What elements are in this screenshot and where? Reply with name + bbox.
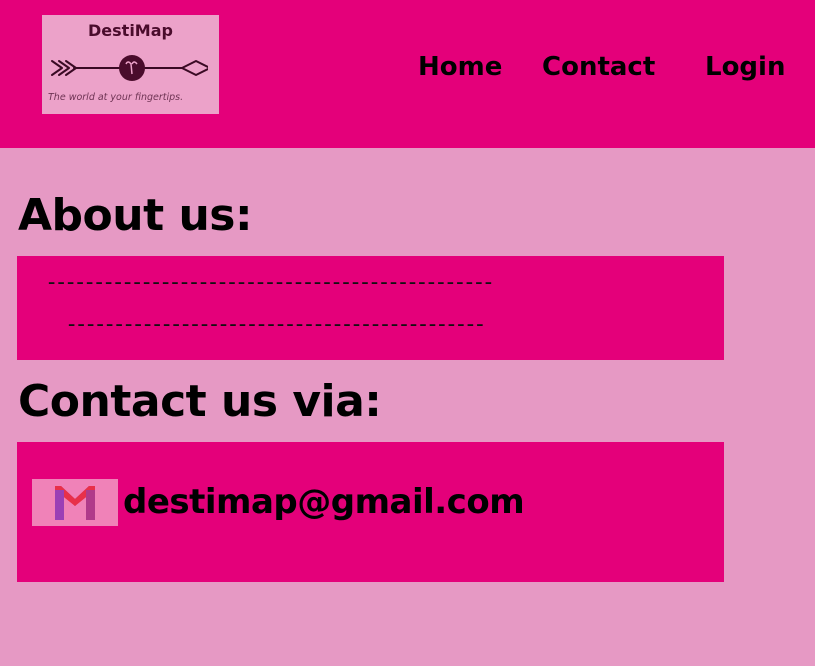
about-placeholder-line-2: ----------------------------------------…	[65, 312, 487, 337]
logo-tagline: The world at your fingertips.	[48, 92, 184, 103]
contact-panel: destimap@gmail.com	[17, 442, 724, 582]
gmail-icon-tile[interactable]	[32, 479, 118, 526]
logo-name: DestiMap	[88, 21, 173, 40]
gmail-icon	[55, 486, 95, 520]
destimap-logo[interactable]: DestiMap The world at your fingertips.	[42, 15, 219, 114]
contact-title: Contact us via:	[18, 376, 382, 427]
nav-home-link[interactable]: Home	[418, 52, 502, 82]
site-header: DestiMap The world at your fingertips. H…	[0, 0, 815, 148]
nav-login-link[interactable]: Login	[705, 52, 785, 82]
about-placeholder-line-1: ----------------------------------------…	[45, 270, 495, 295]
nav-contact-link[interactable]: Contact	[542, 52, 655, 82]
arrow-logo-icon	[51, 55, 208, 81]
contact-email[interactable]: destimap@gmail.com	[123, 482, 525, 522]
about-title: About us:	[18, 190, 253, 241]
about-panel: ----------------------------------------…	[17, 256, 724, 360]
